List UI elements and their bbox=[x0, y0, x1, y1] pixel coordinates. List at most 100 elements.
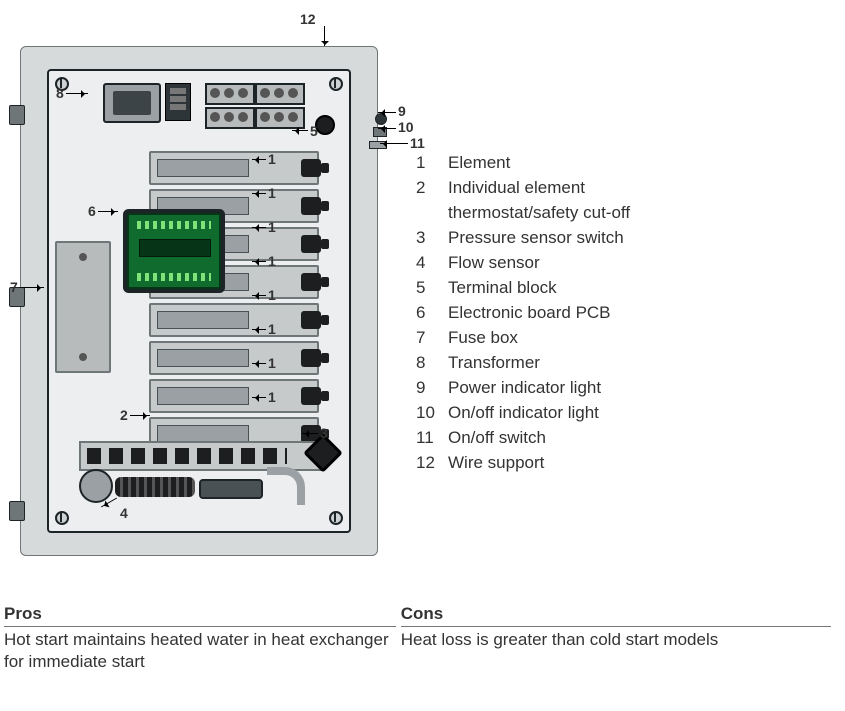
arrow-1 bbox=[252, 397, 266, 398]
pcb-pins bbox=[137, 221, 211, 229]
pros-body: Hot start maintains heated water in heat… bbox=[4, 629, 396, 673]
arrow-9 bbox=[378, 112, 396, 113]
callout-12: 12 bbox=[300, 12, 316, 26]
arrow-2 bbox=[130, 415, 150, 416]
element-plug bbox=[301, 273, 321, 291]
terminal-block bbox=[255, 107, 305, 129]
arrow-3 bbox=[302, 433, 318, 434]
callout-2: 2 bbox=[120, 408, 128, 422]
arrow-1 bbox=[252, 261, 266, 262]
legend-text: Element bbox=[448, 150, 510, 175]
arrow-7 bbox=[20, 287, 44, 288]
thermostat-dials bbox=[87, 448, 287, 464]
terminal-blocks bbox=[205, 83, 301, 127]
callout-1: 1 bbox=[268, 186, 276, 200]
panel-enclosure bbox=[20, 46, 378, 556]
legend-number: 4 bbox=[416, 250, 448, 275]
legend-row: 4Flow sensor bbox=[416, 250, 708, 275]
legend-row: 3Pressure sensor switch bbox=[416, 225, 708, 250]
legend-number: 9 bbox=[416, 375, 448, 400]
legend-row: 10On/off indicator light bbox=[416, 400, 708, 425]
bottom-pipe bbox=[79, 473, 299, 501]
callout-7: 7 bbox=[10, 280, 18, 294]
element-plug bbox=[301, 311, 321, 329]
pros-cons-table: Pros Hot start maintains heated water in… bbox=[4, 604, 834, 673]
screw-icon bbox=[329, 77, 343, 91]
callout-3: 3 bbox=[320, 426, 328, 440]
legend-number: 12 bbox=[416, 450, 448, 475]
callout-9: 9 bbox=[398, 104, 406, 118]
callout-5: 5 bbox=[310, 124, 318, 138]
legend-text: Individual element thermostat/safety cut… bbox=[448, 175, 708, 225]
arrow-10 bbox=[378, 128, 396, 129]
legend-row: 1Element bbox=[416, 150, 708, 175]
legend-text: Flow sensor bbox=[448, 250, 540, 275]
element-row bbox=[149, 303, 319, 337]
legend-text: Wire support bbox=[448, 450, 544, 475]
pcb-pins bbox=[137, 273, 211, 281]
panel-inner bbox=[47, 69, 351, 533]
screw-icon bbox=[329, 511, 343, 525]
callout-1: 1 bbox=[268, 254, 276, 268]
legend-number: 11 bbox=[416, 425, 448, 450]
callout-6: 6 bbox=[88, 204, 96, 218]
knob-icon bbox=[315, 115, 335, 135]
callout-11: 11 bbox=[410, 136, 425, 150]
cons-heading: Cons bbox=[401, 604, 831, 627]
legend-number: 8 bbox=[416, 350, 448, 375]
legend-number: 10 bbox=[416, 400, 448, 425]
legend-number: 2 bbox=[416, 175, 448, 225]
mount-left-bot bbox=[9, 501, 25, 521]
element-plug bbox=[301, 387, 321, 405]
terminal-block bbox=[205, 107, 255, 129]
flex-hose bbox=[115, 477, 195, 497]
legend-row: 8Transformer bbox=[416, 350, 708, 375]
callout-4: 4 bbox=[120, 506, 128, 520]
terminal-block bbox=[255, 83, 305, 105]
arrow-1 bbox=[252, 193, 266, 194]
legend-text: Transformer bbox=[448, 350, 540, 375]
cons-column: Cons Heat loss is greater than cold star… bbox=[401, 604, 831, 651]
legend-text: Fuse box bbox=[448, 325, 518, 350]
legend-text: Pressure sensor switch bbox=[448, 225, 624, 250]
legend-row: 11On/off switch bbox=[416, 425, 708, 450]
legend-row: 5Terminal block bbox=[416, 275, 708, 300]
transformer bbox=[103, 83, 161, 123]
legend-row: 6Electronic board PCB bbox=[416, 300, 708, 325]
legend-number: 7 bbox=[416, 325, 448, 350]
element-plug bbox=[301, 235, 321, 253]
callout-1: 1 bbox=[268, 390, 276, 404]
element-plug bbox=[301, 197, 321, 215]
element-row bbox=[149, 341, 319, 375]
callout-1: 1 bbox=[268, 322, 276, 336]
flow-sensor bbox=[79, 469, 113, 503]
legend-text: Power indicator light bbox=[448, 375, 601, 400]
callout-1: 1 bbox=[268, 152, 276, 166]
arrow-12 bbox=[324, 26, 325, 48]
legend-row: 9Power indicator light bbox=[416, 375, 708, 400]
callout-10: 10 bbox=[398, 120, 414, 134]
heating-elements bbox=[149, 151, 319, 431]
legend-text: Terminal block bbox=[448, 275, 557, 300]
pros-column: Pros Hot start maintains heated water in… bbox=[4, 604, 396, 673]
arrow-1 bbox=[252, 227, 266, 228]
element-plug bbox=[301, 349, 321, 367]
legend-row: 2Individual element thermostat/safety cu… bbox=[416, 175, 708, 225]
relay-block bbox=[165, 83, 191, 121]
arrow-8 bbox=[66, 93, 88, 94]
fuse-box bbox=[55, 241, 111, 373]
pipe-elbow bbox=[267, 467, 305, 505]
legend-text: On/off switch bbox=[448, 425, 546, 450]
legend-row: 12Wire support bbox=[416, 450, 708, 475]
parts-legend: 1Element2Individual element thermostat/s… bbox=[416, 150, 708, 475]
legend-text: Electronic board PCB bbox=[448, 300, 611, 325]
page: 12 bbox=[0, 0, 845, 711]
arrow-1 bbox=[252, 295, 266, 296]
arrow-1 bbox=[252, 363, 266, 364]
callout-8: 8 bbox=[56, 86, 64, 100]
element-row bbox=[149, 379, 319, 413]
element-plug bbox=[301, 159, 321, 177]
legend-number: 3 bbox=[416, 225, 448, 250]
arrow-1 bbox=[252, 329, 266, 330]
element-row bbox=[149, 151, 319, 185]
